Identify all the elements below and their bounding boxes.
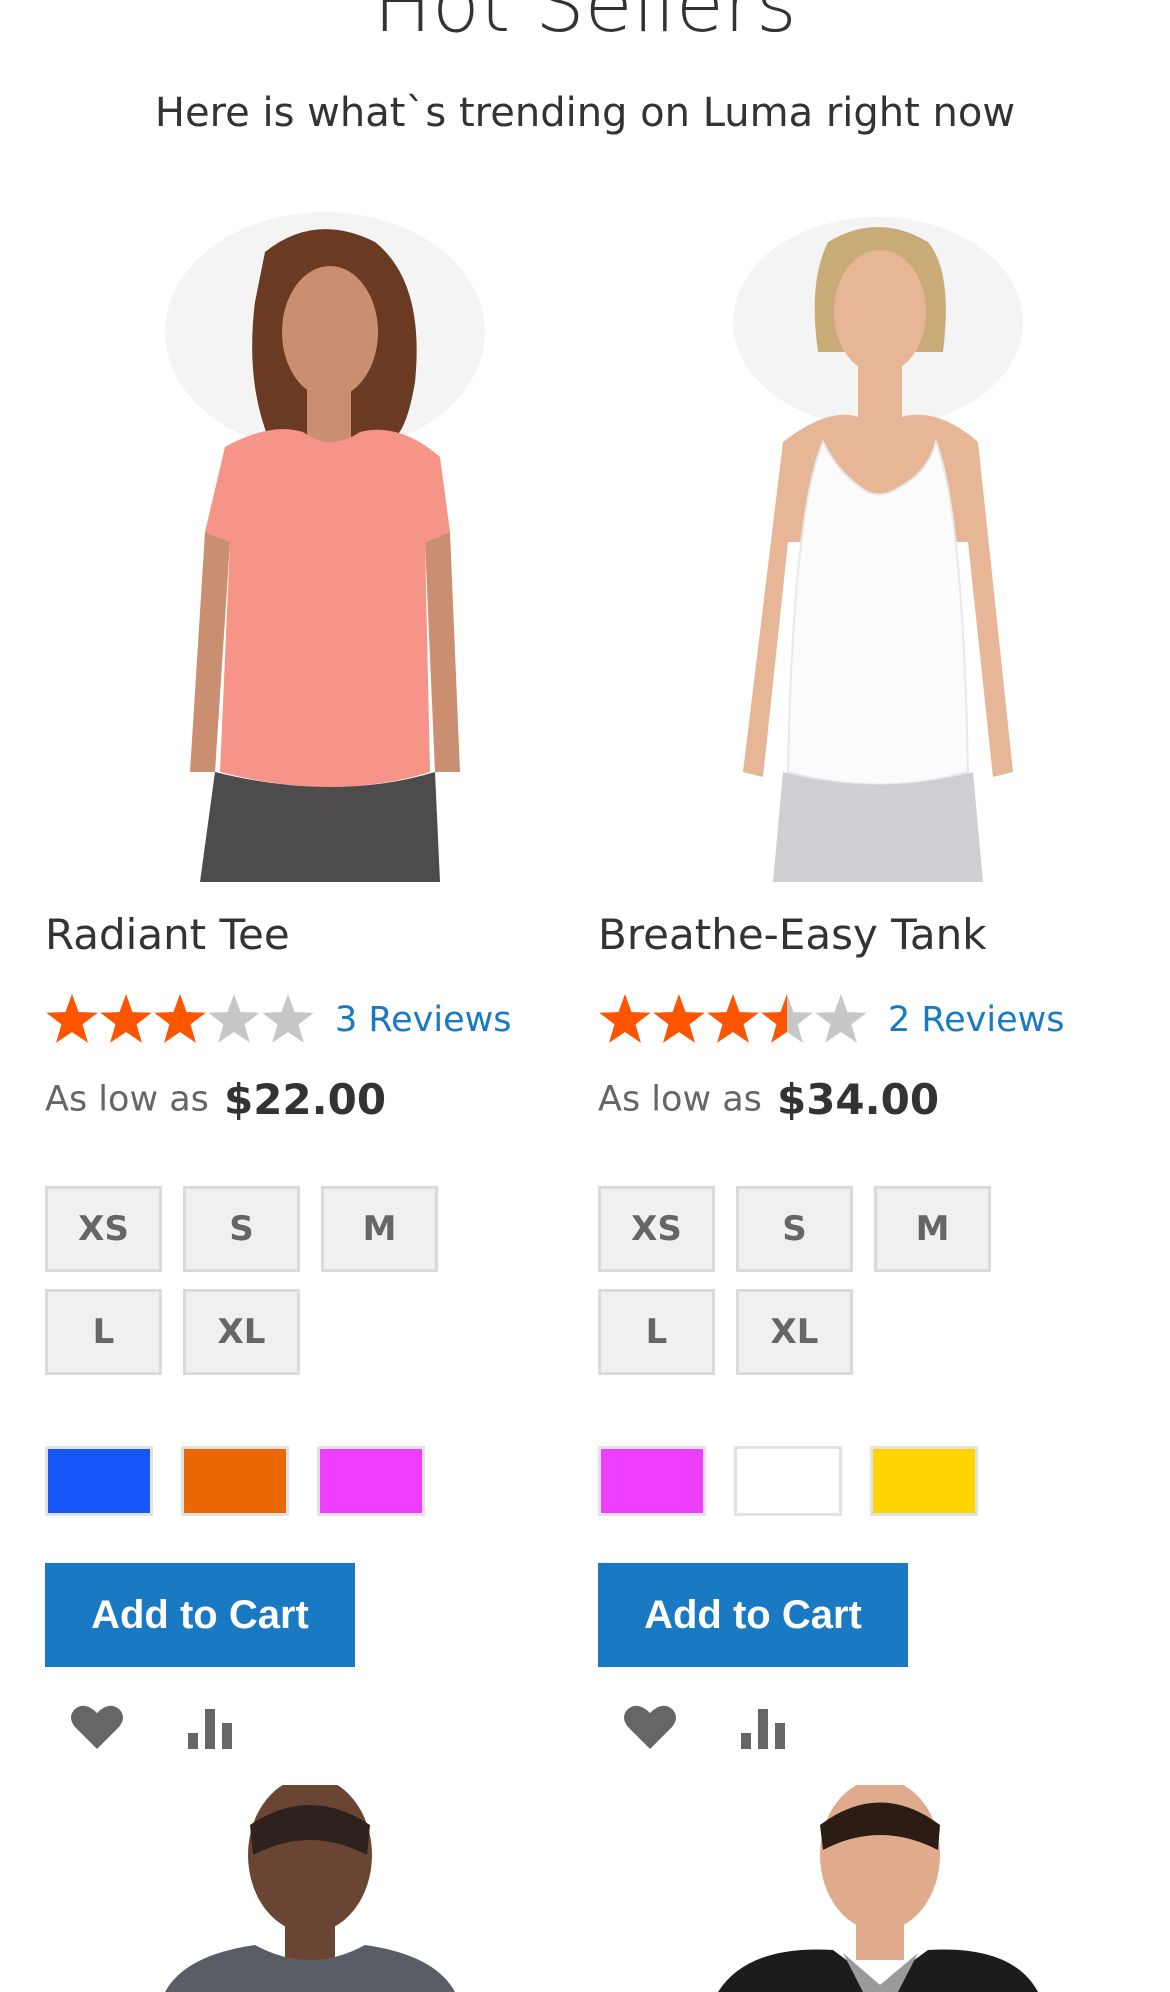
product-card-radiant-tee: Radiant Tee 3 Reviews As low as $22.00 X… [45, 0, 565, 1992]
color-swatch-purple[interactable] [598, 1446, 706, 1516]
star-filled-icon [707, 994, 759, 1043]
product-name[interactable]: Radiant Tee [45, 905, 290, 965]
size-option-xs[interactable]: XS [45, 1186, 162, 1272]
size-option-m[interactable]: M [874, 1186, 991, 1272]
color-swatch-yellow[interactable] [870, 1446, 978, 1516]
size-option-m[interactable]: M [321, 1186, 438, 1272]
product-name[interactable]: Breathe-Easy Tank [598, 905, 987, 965]
star-empty-icon [208, 994, 260, 1043]
rating-stars [46, 994, 314, 1043]
star-filled-icon [653, 994, 705, 1043]
color-swatch-orange[interactable] [181, 1446, 289, 1516]
price: $34.00 [776, 1075, 940, 1124]
price-label: As low as [598, 1079, 762, 1120]
add-to-cart-button[interactable]: Add to Cart [45, 1563, 355, 1667]
wishlist-heart-icon[interactable] [620, 1697, 680, 1757]
star-filled-icon [100, 994, 152, 1043]
price: $22.00 [223, 1075, 387, 1124]
size-option-s[interactable]: S [183, 1186, 300, 1272]
star-filled-icon [46, 994, 98, 1043]
reviews-link[interactable]: 3 Reviews [335, 995, 512, 1045]
rating-stars [599, 994, 867, 1043]
price-box: As low as $22.00 [45, 1075, 386, 1124]
star-empty-icon [815, 994, 867, 1043]
reviews-link[interactable]: 2 Reviews [888, 995, 1065, 1045]
color-swatch-white[interactable] [734, 1446, 842, 1516]
star-empty-icon [262, 994, 314, 1043]
size-option-xl[interactable]: XL [183, 1289, 300, 1375]
wishlist-heart-icon[interactable] [67, 1697, 127, 1757]
next-product-image[interactable] [45, 1785, 565, 1992]
size-option-xl[interactable]: XL [736, 1289, 853, 1375]
star-filled-icon [154, 994, 206, 1043]
size-option-xs[interactable]: XS [598, 1186, 715, 1272]
next-product-image[interactable] [598, 1785, 1118, 1992]
star-filled-icon [599, 994, 651, 1043]
size-option-s[interactable]: S [736, 1186, 853, 1272]
product-image[interactable] [45, 212, 565, 882]
compare-icon[interactable] [180, 1697, 240, 1757]
color-swatch-purple[interactable] [317, 1446, 425, 1516]
price-box: As low as $34.00 [598, 1075, 939, 1124]
price-label: As low as [45, 1079, 209, 1120]
product-image[interactable] [598, 212, 1118, 882]
size-option-l[interactable]: L [45, 1289, 162, 1375]
compare-icon[interactable] [733, 1697, 793, 1757]
color-swatch-blue[interactable] [45, 1446, 153, 1516]
product-card-breathe-easy-tank: Breathe-Easy Tank 2 Reviews As low as $3… [598, 0, 1118, 1992]
add-to-cart-button[interactable]: Add to Cart [598, 1563, 908, 1667]
size-option-l[interactable]: L [598, 1289, 715, 1375]
